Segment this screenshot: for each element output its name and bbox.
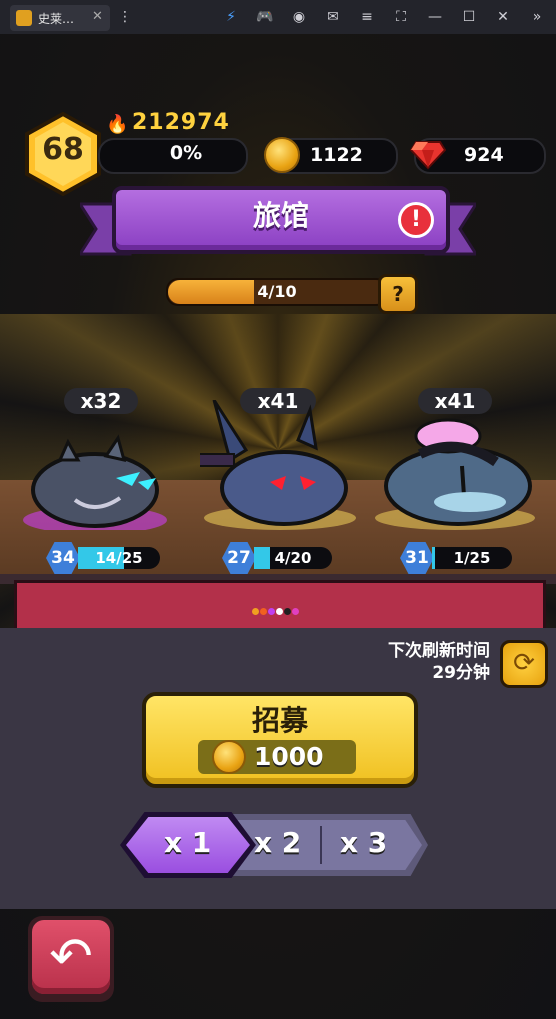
expand-icon[interactable]: »	[528, 8, 546, 26]
xp-percent: 0%	[169, 142, 203, 164]
card-progress-text: 1/25	[453, 549, 491, 567]
gem-count: 924	[464, 144, 504, 166]
tab-title: 史莱…	[38, 12, 75, 26]
progress-text: 4/10	[257, 282, 297, 301]
page-dot	[284, 608, 291, 615]
coin-count: 1122	[310, 144, 363, 166]
bolt-icon[interactable]: ⚡	[222, 8, 240, 26]
mail-icon[interactable]: ✉	[324, 8, 342, 26]
recruit-cost: 1000	[254, 742, 324, 771]
fire-icon: 🔥	[106, 114, 129, 135]
recruit-label: 招募	[251, 704, 308, 737]
crop-icon[interactable]: ⛶	[392, 8, 410, 26]
app-icon	[16, 10, 32, 26]
close-window-icon[interactable]: ✕	[494, 8, 512, 26]
multiplier-divider	[320, 826, 322, 864]
minimize-icon[interactable]: —	[426, 8, 444, 26]
card-progress-text: 14/25	[95, 549, 143, 567]
back-button[interactable]: ↶	[32, 920, 110, 994]
card-progress-text: 4/20	[274, 549, 312, 567]
window-titlebar: 史莱… ✕ ⋮ ⚡ 🎮 ◉ ✉ ≡ ⛶ — ☐ ✕ »	[0, 0, 556, 34]
gem-icon	[410, 141, 446, 170]
slime-icon[interactable]	[370, 406, 540, 530]
page-dot	[252, 608, 259, 615]
page-indicator	[252, 600, 306, 615]
alert-icon[interactable]: !	[398, 202, 434, 238]
app-tab[interactable]: 史莱… ✕	[10, 5, 110, 31]
slime-icon[interactable]	[200, 400, 360, 530]
power-value: 212974	[132, 110, 230, 135]
multiplier-option-1[interactable]: x 1	[164, 826, 211, 859]
slime-icon[interactable]	[20, 420, 170, 530]
coin-icon	[264, 137, 300, 173]
account-icon[interactable]: ◉	[290, 8, 308, 26]
coin-icon	[212, 740, 246, 774]
gamepad-icon[interactable]: 🎮	[256, 8, 274, 26]
player-level: 68	[42, 132, 84, 167]
refresh-timer: 下次刷新时间 29分钟	[340, 640, 490, 684]
maximize-icon[interactable]: ☐	[460, 8, 478, 26]
multiplier-option-3[interactable]: x 3	[340, 826, 387, 859]
page-dot	[260, 608, 267, 615]
refresh-button[interactable]: ⟳	[500, 640, 548, 688]
page-dot	[276, 608, 283, 615]
game-area: 68 🔥 212974 0% 1122 924 旅馆 ! 4/10 ? x32 …	[0, 34, 556, 1019]
refresh-label: 下次刷新时间	[388, 641, 490, 661]
page-dot	[268, 608, 275, 615]
menu-dots-icon[interactable]: ⋮	[116, 8, 134, 26]
slime-count: x32	[64, 388, 138, 414]
close-icon[interactable]: ✕	[92, 9, 103, 24]
hamburger-icon[interactable]: ≡	[358, 8, 376, 26]
help-button[interactable]: ?	[378, 274, 418, 314]
page-dot	[292, 608, 299, 615]
multiplier-option-2[interactable]: x 2	[254, 826, 301, 859]
refresh-time: 29分钟	[432, 663, 490, 683]
back-arrow-icon: ↶	[49, 927, 93, 987]
